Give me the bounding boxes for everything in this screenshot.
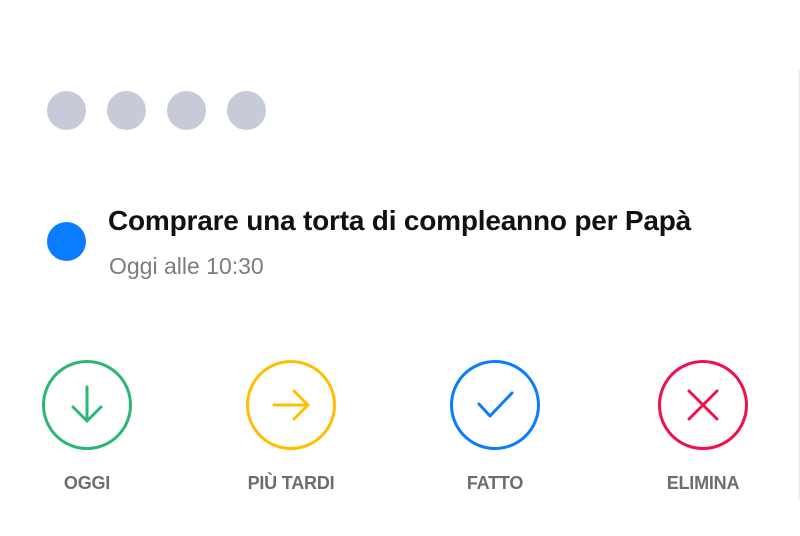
later-ring[interactable] [246, 360, 336, 450]
dot [227, 91, 266, 130]
today-label: OGGI [63, 473, 111, 493]
checkmark-icon [477, 391, 514, 418]
close-icon [687, 389, 719, 421]
delete-ring[interactable] [658, 360, 748, 450]
later-button[interactable]: PIÙ TARDI [201, 360, 381, 494]
dot [167, 91, 206, 130]
dot [47, 91, 86, 130]
today-button[interactable]: OGGI [0, 360, 177, 494]
arrow-down-icon [71, 385, 103, 423]
page-dots [47, 91, 266, 130]
later-label: PIÙ TARDI [247, 473, 335, 493]
delete-button[interactable]: ELIMINA [613, 360, 793, 494]
done-label: FATTO [466, 473, 524, 493]
delete-label: ELIMINA [666, 473, 740, 493]
reminder-time: Oggi alle 10:30 [109, 253, 264, 279]
today-ring[interactable] [42, 360, 132, 450]
reminder-title: Comprare una torta di compleanno per Pap… [108, 205, 692, 236]
reminder-bullet [47, 222, 86, 261]
done-button[interactable]: FATTO [405, 360, 585, 494]
reminder-card: Comprare una torta di compleanno per Pap… [0, 0, 800, 536]
done-ring[interactable] [450, 360, 540, 450]
dot [107, 91, 146, 130]
arrow-right-icon [272, 389, 310, 421]
